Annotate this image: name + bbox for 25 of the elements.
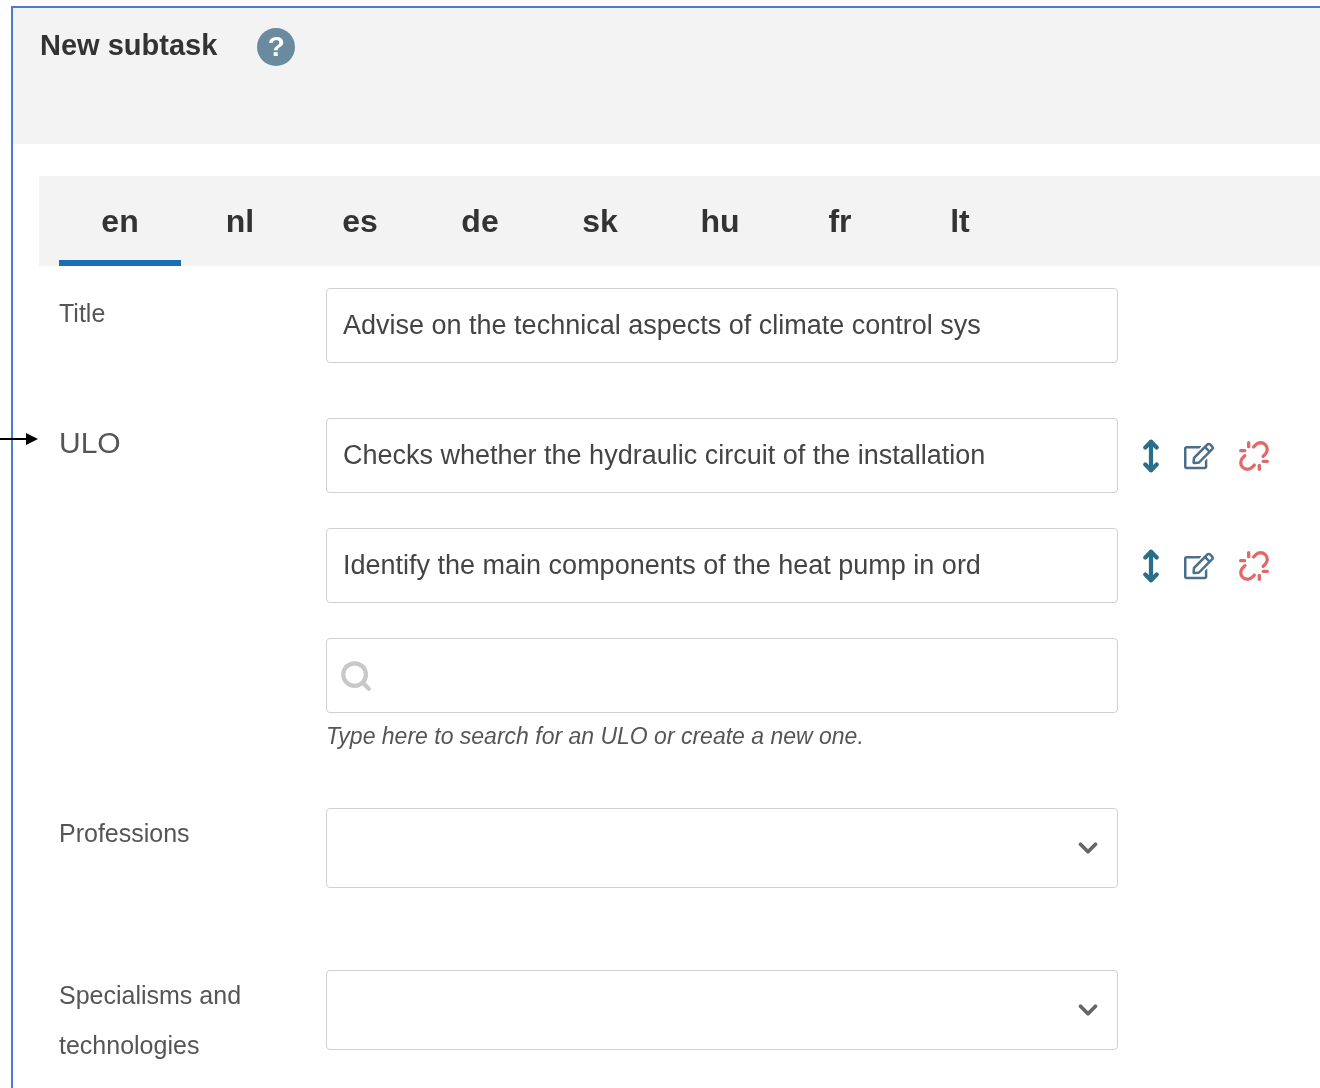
search-field[interactable]	[326, 638, 1118, 713]
language-tab[interactable]: hu	[659, 176, 781, 266]
ulo-input[interactable]: Identify the main components of the heat pump in ord	[326, 528, 1118, 603]
unlink-icon[interactable]	[1238, 549, 1270, 582]
help-icon[interactable]: ?	[257, 28, 296, 66]
language-tab[interactable]: lt	[899, 176, 1021, 266]
help-text: Type here to search for an ULO or create a new one.	[326, 723, 865, 750]
field-label: ULO	[59, 425, 122, 461]
ulo-input[interactable]: Checks whether the hydraulic circuit of the installation	[326, 418, 1118, 493]
language-tab[interactable]: sk	[539, 176, 661, 266]
pointer-arrow-icon	[0, 432, 40, 446]
edit-icon[interactable]	[1184, 550, 1214, 581]
edit-icon[interactable]	[1184, 440, 1214, 471]
language-tab[interactable]: nl	[179, 176, 301, 266]
search-icon	[339, 658, 373, 693]
language-tab[interactable]: en	[59, 176, 181, 266]
language-tab[interactable]: es	[299, 176, 421, 266]
field-label: Title	[59, 298, 107, 329]
dialog-title: New subtask	[40, 28, 218, 62]
unlink-icon[interactable]	[1238, 439, 1270, 472]
field-label: Professions	[59, 818, 191, 849]
title-input[interactable]: Advise on the technical aspects of climate control sys	[326, 288, 1118, 363]
language-tab[interactable]: de	[419, 176, 541, 266]
language-tab[interactable]: fr	[779, 176, 901, 266]
field-label: Specialisms and technologies	[59, 980, 243, 1061]
